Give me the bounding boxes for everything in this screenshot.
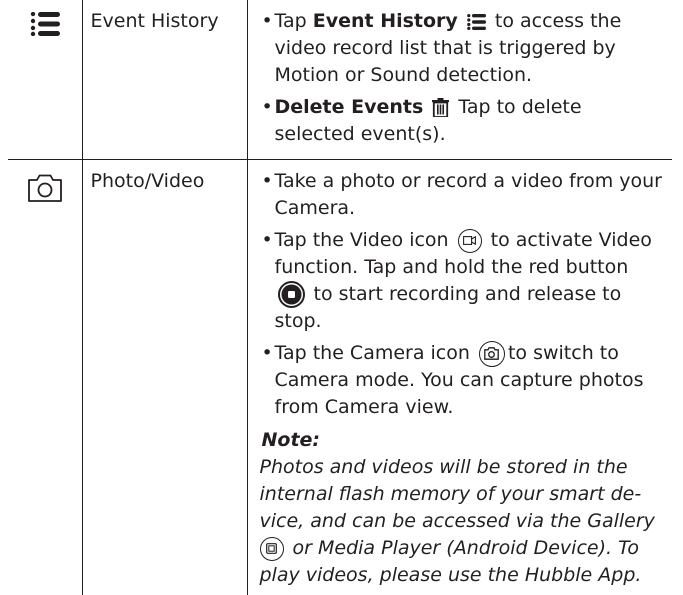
list-item: Take a photo or record a video from your…: [262, 168, 667, 222]
feature-table: Event History Tap Event History to acces…: [8, 0, 672, 595]
bullet-text: to start recording and release to stop.: [275, 283, 622, 332]
camera-icon: [479, 341, 505, 367]
note-text-part: Photos and videos will be stored in the …: [260, 456, 655, 532]
bullet-bold-text: Event History: [313, 10, 458, 32]
feature-description-cell: Take a photo or record a video from your…: [247, 160, 672, 595]
event-list-icon: [30, 12, 60, 36]
note-text: Photos and videos will be stored in the …: [260, 454, 667, 589]
trash-icon: [432, 98, 449, 117]
table-row: Photo/Video Take a photo or record a vid…: [8, 160, 672, 595]
bullet-text: Tap: [275, 10, 313, 32]
feature-name-cell: Event History: [82, 0, 247, 160]
photo-video-icon-cell: [8, 160, 82, 595]
feature-name: Photo/Video: [91, 170, 205, 192]
bullet-text: Tap the Video icon: [275, 229, 455, 251]
note-text-part: or Media Player (Android Device). To pla…: [260, 537, 642, 586]
camera-outline-icon: [28, 174, 62, 202]
list-item: Tap the Camera icon to switch to Camera …: [262, 340, 667, 421]
feature-name-cell: Photo/Video: [82, 160, 247, 595]
feature-name: Event History: [91, 10, 219, 32]
list-item: Tap the Video icon to activate Video fun…: [262, 227, 667, 335]
list-item: Tap Event History to access the video re…: [262, 8, 667, 89]
note-heading: Note:: [262, 427, 667, 454]
event-history-icon-cell: [8, 0, 82, 160]
list-icon: [467, 14, 486, 30]
gallery-icon: [260, 537, 284, 561]
bullet-text: Take a photo or record a video from your…: [275, 170, 663, 219]
bullet-text: Tap the Camera icon: [275, 342, 476, 364]
table-row: Event History Tap Event History to acces…: [8, 0, 672, 160]
video-icon: [458, 229, 482, 253]
feature-description-cell: Tap Event History to access the video re…: [247, 0, 672, 160]
record-button-icon: [278, 281, 305, 308]
bullet-bold-text: Delete Events: [275, 96, 424, 118]
list-item: Delete Events Tap to delete selected eve…: [262, 94, 667, 148]
